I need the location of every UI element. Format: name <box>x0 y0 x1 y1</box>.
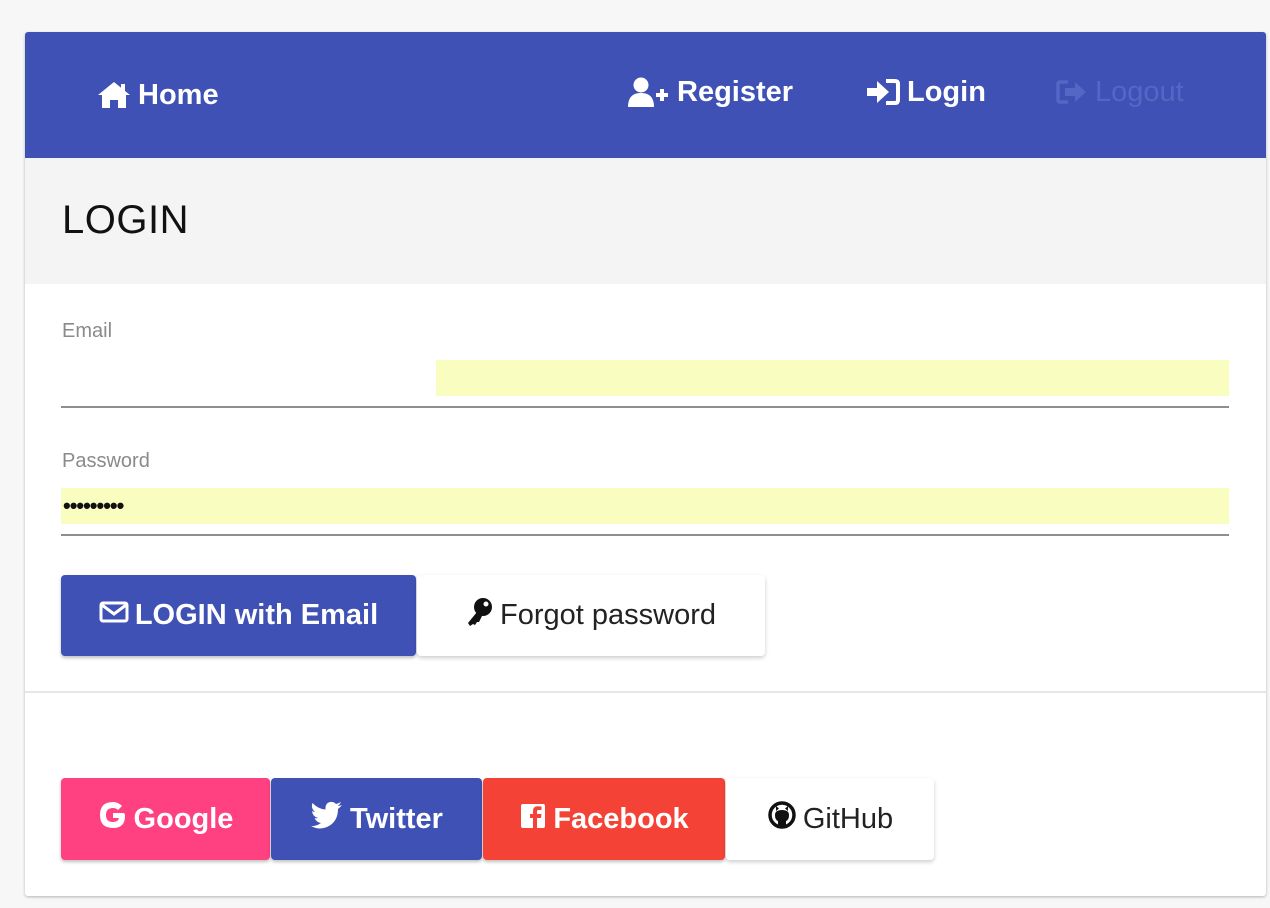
email-input[interactable] <box>436 360 1229 396</box>
section-divider <box>25 691 1266 693</box>
forgot-password-button[interactable]: Forgot password <box>417 575 765 656</box>
page-background: Home Register Login Logout LOGIN Email P… <box>0 0 1270 908</box>
password-value: ••••••••• <box>63 493 124 518</box>
github-label: GitHub <box>802 802 894 835</box>
nav-register-label: Register <box>677 75 794 108</box>
email-field[interactable]: Email <box>61 320 1229 410</box>
login-with-email-label: LOGIN with Email <box>134 599 379 631</box>
nav-home-label: Home <box>138 78 219 111</box>
nav-logout-link[interactable]: Logout <box>1055 32 1184 155</box>
github-login-button[interactable]: GitHub <box>726 778 934 860</box>
home-icon <box>96 80 132 110</box>
twitter-icon <box>310 801 344 837</box>
google-login-button[interactable]: Google <box>61 778 270 860</box>
github-icon <box>767 800 797 838</box>
password-underline <box>61 534 1229 536</box>
nav-login-link[interactable]: Login <box>865 32 986 155</box>
twitter-label: Twitter <box>350 802 443 835</box>
sign-in-icon <box>865 77 901 107</box>
facebook-login-button[interactable]: Facebook <box>483 778 725 860</box>
password-input[interactable] <box>61 488 1229 524</box>
password-field[interactable]: Password ••••••••• <box>61 450 1229 540</box>
sign-out-icon <box>1055 77 1089 107</box>
password-label: Password <box>62 450 150 472</box>
email-underline <box>61 406 1229 408</box>
key-icon <box>466 597 494 635</box>
facebook-icon <box>519 801 547 837</box>
twitter-login-button[interactable]: Twitter <box>271 778 482 860</box>
google-icon <box>98 800 128 838</box>
nav-logout-label: Logout <box>1095 75 1184 108</box>
user-plus-icon <box>627 76 671 108</box>
nav-login-label: Login <box>907 75 986 108</box>
email-label: Email <box>62 320 113 342</box>
forgot-password-label: Forgot password <box>500 599 716 631</box>
page-header: LOGIN <box>25 158 1266 284</box>
google-label: Google <box>133 802 234 835</box>
login-with-email-button[interactable]: LOGIN with Email <box>61 575 416 656</box>
envelope-icon <box>99 599 129 632</box>
navbar: Home Register Login Logout <box>25 32 1266 158</box>
page-title: LOGIN <box>62 198 189 242</box>
nav-home-link[interactable]: Home <box>96 32 219 158</box>
facebook-label: Facebook <box>553 802 689 835</box>
nav-register-link[interactable]: Register <box>627 32 793 155</box>
login-card: Home Register Login Logout LOGIN Email P… <box>25 32 1266 896</box>
